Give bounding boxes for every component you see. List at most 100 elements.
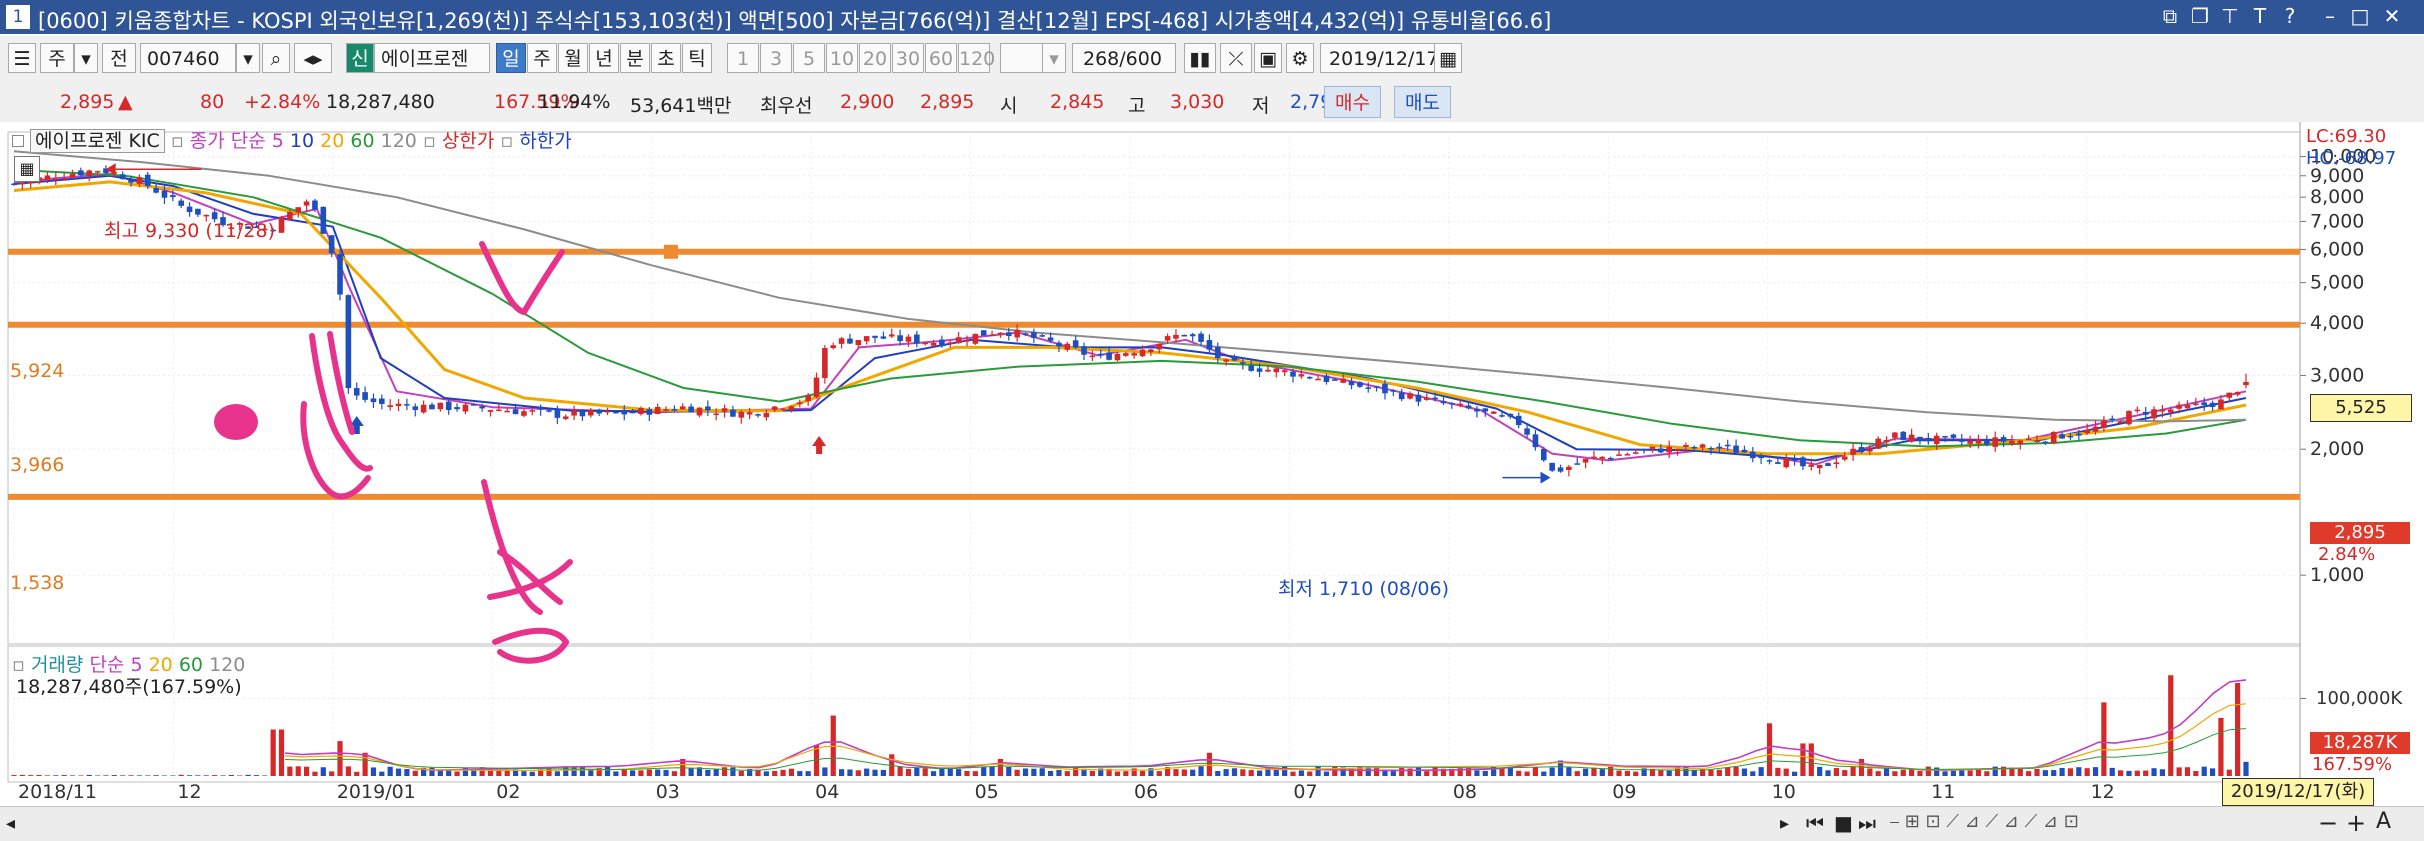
candle-body — [136, 177, 143, 184]
time-tick-label: 12 — [177, 781, 201, 803]
zoom-out-icon[interactable]: − — [2318, 809, 2338, 837]
candle-body — [144, 174, 151, 187]
candle-body — [44, 175, 51, 180]
candle-body — [1189, 334, 1196, 337]
search-icon[interactable]: ⌕ — [262, 43, 290, 73]
interval-tab-20[interactable]: 20 — [859, 43, 891, 73]
candle-body — [964, 340, 970, 342]
price-tick-label: 5,000 — [2310, 272, 2364, 294]
volume-bar — [387, 766, 393, 776]
volume-bar — [1900, 769, 1906, 776]
zoom-in-icon[interactable]: + — [2346, 809, 2366, 837]
volume-bar — [2109, 767, 2115, 776]
period-prev-select[interactable]: 전 — [102, 43, 136, 73]
candle-body — [86, 170, 93, 177]
save-icon[interactable]: ▣ — [1254, 43, 1282, 73]
period-main-select[interactable]: 주 — [40, 43, 74, 73]
volume-bar — [604, 766, 611, 776]
candle-body — [855, 339, 862, 346]
candle-body — [1315, 378, 1321, 381]
count-field[interactable]: 268/600 — [1072, 43, 1176, 73]
period-tab-5[interactable]: 초 — [651, 43, 681, 73]
volume-bar — [262, 775, 268, 776]
scroll-right-icon[interactable]: ▸ — [1780, 813, 1789, 834]
volume-icon[interactable]: ◂▸ — [294, 43, 332, 73]
candle-body — [1265, 369, 1271, 372]
high-label: 고 — [1128, 95, 1146, 117]
volume-bar — [655, 769, 661, 776]
close-icon[interactable]: ✕ — [2380, 4, 2404, 28]
interval-tab-120[interactable]: 120 — [958, 43, 995, 73]
candle-body — [11, 183, 17, 186]
volume-bar — [1975, 769, 1982, 776]
legend-toggle-icon[interactable] — [12, 135, 24, 147]
candle-body — [1641, 449, 1647, 451]
volume-bar — [897, 766, 903, 776]
last-volume-pct: 167.59% — [2312, 754, 2393, 775]
rewind-icon[interactable]: ⏮ — [1806, 811, 1824, 835]
period-tab-0[interactable]: 일 — [496, 43, 526, 73]
chart-area[interactable]: 1,000 2,000 3,000 4,000 5,000 6,000 7,0008,000… — [0, 122, 2424, 806]
table-icon[interactable]: ▦ — [14, 156, 40, 182]
menu-icon[interactable]: ☰ — [8, 43, 36, 73]
candle-body — [1457, 403, 1464, 406]
price-tick-label: 1,000 — [2310, 564, 2364, 586]
candle-body — [872, 335, 878, 338]
sell-button[interactable]: 매도 — [1394, 86, 1451, 118]
volume-bar — [1507, 767, 1513, 776]
trendline-icon[interactable]: ⤫ — [1220, 43, 1252, 73]
maximize-icon[interactable]: □ — [2348, 4, 2372, 28]
period-tab-1[interactable]: 주 — [527, 43, 557, 73]
auto-scale-icon[interactable]: A — [2376, 809, 2391, 834]
period-tab-3[interactable]: 년 — [589, 43, 619, 73]
candle-body — [2167, 409, 2174, 413]
volume-bar — [2218, 717, 2224, 776]
draw-tools-icon[interactable]: ⎯ ⊞ ⊡ ⟋ ⊿ ⟋ ⊿ ⟋ ⊿ ⊡ — [1890, 811, 2079, 832]
time-tick-label: 08 — [1453, 781, 1477, 803]
period-tab-6[interactable]: 틱 — [682, 43, 712, 73]
scroll-left-icon[interactable]: ◂ — [6, 813, 15, 834]
stock-code-input[interactable]: 007460 — [140, 43, 236, 73]
font-icon[interactable]: T — [2248, 4, 2272, 28]
volume-bar — [1566, 767, 1572, 776]
volume-bar — [312, 771, 318, 776]
indicator-icon[interactable]: ▮▮ — [1184, 43, 1216, 73]
interval-tab-30[interactable]: 30 — [892, 43, 924, 73]
minimize-icon[interactable]: – — [2318, 4, 2342, 28]
candle-body — [621, 409, 628, 415]
restore-icon[interactable]: ❐ — [2188, 4, 2212, 28]
pin-icon[interactable]: ⊤ — [2218, 4, 2242, 28]
calendar-icon[interactable]: ▦ — [1434, 43, 1462, 73]
interval-tab-3[interactable]: 3 — [760, 43, 792, 73]
volume-bar — [1758, 767, 1764, 776]
volume-bar — [1967, 770, 1973, 776]
volume-bar — [855, 770, 861, 776]
interval-tab-1[interactable]: 1 — [727, 43, 759, 73]
chevron-down-icon[interactable]: ▾ — [74, 43, 98, 73]
stop-icon[interactable]: ■ — [1834, 811, 1853, 835]
period-tab-4[interactable]: 분 — [620, 43, 650, 73]
interval-dropdown-icon[interactable]: ▾ — [1042, 43, 1066, 73]
volume-bar — [1591, 767, 1597, 776]
volume-bar — [1031, 768, 1037, 776]
volume-bar — [1248, 770, 1254, 776]
candle-body — [170, 195, 176, 198]
forward-icon[interactable]: ⏭ — [1858, 811, 1876, 835]
candle-body — [646, 409, 653, 415]
bottom-scrollbar[interactable]: ◂ ▸ ⏮ ■ ⏭ ⎯ ⊞ ⊡ ⟋ ⊿ ⟋ ⊿ ⟋ ⊿ ⊡ − + A — [0, 806, 2424, 841]
gear-icon[interactable]: ⚙ — [1286, 43, 1314, 73]
interval-tab-60[interactable]: 60 — [925, 43, 957, 73]
time-tick-label: 10 — [1772, 781, 1796, 803]
interval-tab-5[interactable]: 5 — [793, 43, 825, 73]
interval-tab-10[interactable]: 10 — [826, 43, 858, 73]
volume-bar — [53, 775, 59, 776]
stock-name-field[interactable]: 에이프로젠 — [374, 43, 490, 73]
candle-body — [822, 348, 828, 379]
candle-body — [1164, 336, 1171, 341]
code-dropdown-icon[interactable]: ▾ — [236, 43, 260, 73]
period-tab-2[interactable]: 월 — [558, 43, 588, 73]
help-icon[interactable]: ? — [2278, 4, 2302, 28]
buy-button[interactable]: 매수 — [1324, 86, 1381, 118]
candle-body — [178, 200, 184, 206]
link-icon[interactable]: ⧉ — [2158, 4, 2182, 28]
